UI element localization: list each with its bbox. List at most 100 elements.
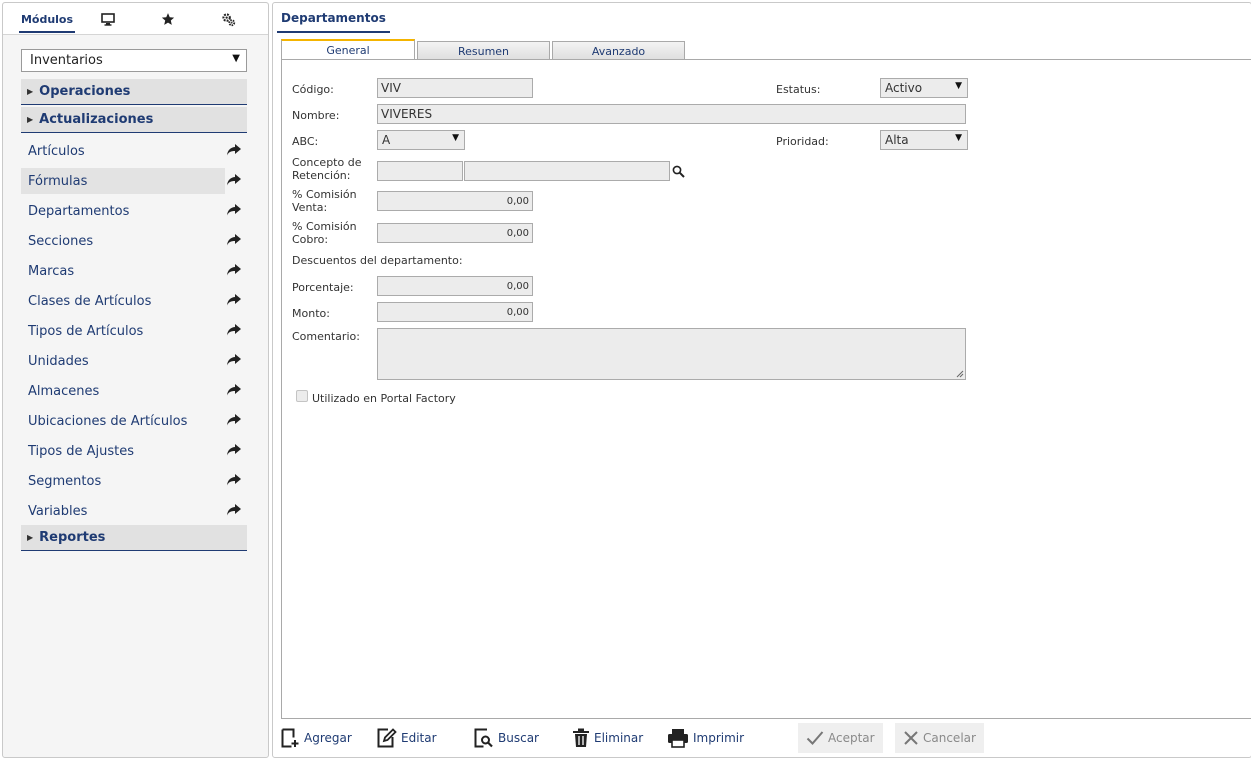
share-arrow-icon xyxy=(227,144,241,156)
gears-icon xyxy=(221,12,235,26)
porcentaje-label: Porcentaje: xyxy=(292,281,354,294)
monto-label: Monto: xyxy=(292,307,330,320)
comision-cobro-label-line1: % Comisión xyxy=(292,220,357,233)
comentario-textarea[interactable] xyxy=(377,328,966,380)
share-arrow-icon xyxy=(227,384,241,396)
menu-item-label: Almacenes xyxy=(28,383,100,399)
share-arrow-icon xyxy=(227,294,241,306)
left-panel: Módulos Inventarios ▼ ▶ Operaciones ▶ Ac… xyxy=(2,2,269,758)
comision-venta-field[interactable]: 0,00 xyxy=(377,191,533,211)
tab-desktop[interactable] xyxy=(93,3,123,35)
tab-general[interactable]: General xyxy=(281,39,415,60)
tab-settings[interactable] xyxy=(213,3,243,35)
imprimir-button[interactable]: Imprimir xyxy=(667,722,744,754)
buscar-button[interactable]: Buscar xyxy=(474,722,539,754)
comision-venta-label-line2: Venta: xyxy=(292,201,328,214)
abc-label: ABC: xyxy=(292,135,319,148)
left-tabbar: Módulos xyxy=(3,3,268,35)
menu-item-articulos[interactable]: Artículos xyxy=(21,138,247,164)
menu-item-ubicaciones-articulos[interactable]: Ubicaciones de Artículos xyxy=(21,408,247,434)
menu-item-label: Clases de Artículos xyxy=(28,293,152,309)
tab-avanzado[interactable]: Avanzado xyxy=(552,41,685,60)
form-tabbar: General Resumen Avanzado xyxy=(281,39,1251,60)
share-arrow-icon xyxy=(227,204,241,216)
menu-item-label: Marcas xyxy=(28,263,75,279)
estatus-label: Estatus: xyxy=(776,83,821,96)
nombre-label: Nombre: xyxy=(292,109,340,122)
menu-item-secciones[interactable]: Secciones xyxy=(21,228,247,254)
codigo-field[interactable]: VIV xyxy=(377,78,533,98)
group-operaciones[interactable]: ▶ Operaciones xyxy=(21,79,247,105)
triangle-right-icon: ▶ xyxy=(27,87,34,96)
edit-icon xyxy=(377,728,397,748)
menu-item-departamentos[interactable]: Departamentos xyxy=(21,198,247,224)
triangle-right-icon: ▶ xyxy=(27,533,34,542)
concepto-label: Concepto de Retención: xyxy=(292,156,361,182)
menu-item-almacenes[interactable]: Almacenes xyxy=(21,378,247,404)
prioridad-select[interactable]: Alta ▼ xyxy=(880,130,968,150)
caret-down-icon: ▼ xyxy=(955,81,962,91)
menu-item-label: Segmentos xyxy=(28,473,102,489)
abc-select[interactable]: A ▼ xyxy=(377,130,465,150)
eliminar-label: Eliminar xyxy=(594,731,644,745)
trash-icon xyxy=(573,728,589,747)
resize-grip-icon[interactable] xyxy=(956,370,964,378)
nombre-field[interactable]: VIVERES xyxy=(377,104,966,124)
menu-item-variables[interactable]: Variables xyxy=(21,498,247,524)
monto-field[interactable]: 0,00 xyxy=(377,302,533,322)
printer-icon xyxy=(668,729,688,748)
concepto-desc-field[interactable] xyxy=(464,161,670,181)
module-select[interactable]: Inventarios ▼ xyxy=(21,49,247,72)
tab-modulos[interactable]: Módulos xyxy=(17,3,77,35)
menu-item-label: Tipos de Ajustes xyxy=(28,443,135,459)
porcentaje-field[interactable]: 0,00 xyxy=(377,276,533,296)
search-icon[interactable] xyxy=(672,165,685,178)
agregar-button[interactable]: Agregar xyxy=(281,722,352,754)
estatus-select[interactable]: Activo ▼ xyxy=(880,78,968,98)
menu-item-label: Secciones xyxy=(28,233,94,249)
portal-factory-label: Utilizado en Portal Factory xyxy=(312,392,456,405)
menu-item-label: Unidades xyxy=(28,353,89,369)
share-arrow-icon xyxy=(227,354,241,366)
editar-button[interactable]: Editar xyxy=(377,722,437,754)
group-reportes-label: Reportes xyxy=(39,530,106,545)
prioridad-value: Alta xyxy=(885,133,909,147)
portal-factory-checkbox[interactable] xyxy=(296,390,308,402)
group-actualizaciones[interactable]: ▶ Actualizaciones xyxy=(21,107,247,133)
eliminar-button[interactable]: Eliminar xyxy=(572,722,643,754)
share-arrow-icon xyxy=(227,414,241,426)
group-actualizaciones-label: Actualizaciones xyxy=(39,112,154,127)
module-select-value: Inventarios xyxy=(30,53,103,68)
group-operaciones-label: Operaciones xyxy=(39,84,131,99)
menu-item-marcas[interactable]: Marcas xyxy=(21,258,247,284)
monitor-icon xyxy=(101,12,115,26)
buscar-label: Buscar xyxy=(498,731,539,745)
menu-item-label: Variables xyxy=(28,503,88,519)
editar-label: Editar xyxy=(401,731,437,745)
comision-cobro-field[interactable]: 0,00 xyxy=(377,223,533,243)
share-arrow-icon xyxy=(227,504,241,516)
imprimir-label: Imprimir xyxy=(693,731,745,745)
menu-item-label: Ubicaciones de Artículos xyxy=(28,413,188,429)
share-arrow-icon xyxy=(227,324,241,336)
share-arrow-icon xyxy=(227,174,241,186)
group-reportes[interactable]: ▶ Reportes xyxy=(21,525,247,551)
aceptar-button[interactable]: Aceptar xyxy=(798,723,883,753)
comision-cobro-label-line2: Cobro: xyxy=(292,233,329,246)
menu-item-clases-articulos[interactable]: Clases de Artículos xyxy=(21,288,247,314)
concepto-code-field[interactable] xyxy=(377,161,463,181)
menu-item-label: Departamentos xyxy=(28,203,130,219)
menu-item-unidades[interactable]: Unidades xyxy=(21,348,247,374)
menu-item-label: Fórmulas xyxy=(28,173,88,189)
estatus-value: Activo xyxy=(885,81,923,95)
agregar-label: Agregar xyxy=(304,731,352,745)
menu-item-label: Artículos xyxy=(28,143,85,159)
menu-item-tipos-ajustes[interactable]: Tipos de Ajustes xyxy=(21,438,247,464)
tab-favorites[interactable] xyxy=(153,3,183,35)
menu-item-tipos-articulos[interactable]: Tipos de Artículos xyxy=(21,318,247,344)
tab-resumen[interactable]: Resumen xyxy=(417,41,550,60)
menu-item-segmentos[interactable]: Segmentos xyxy=(21,468,247,494)
menu-item-formulas[interactable]: Fórmulas xyxy=(21,168,241,194)
concepto-label-line2: Retención: xyxy=(292,169,351,182)
cancelar-button[interactable]: Cancelar xyxy=(895,723,984,753)
